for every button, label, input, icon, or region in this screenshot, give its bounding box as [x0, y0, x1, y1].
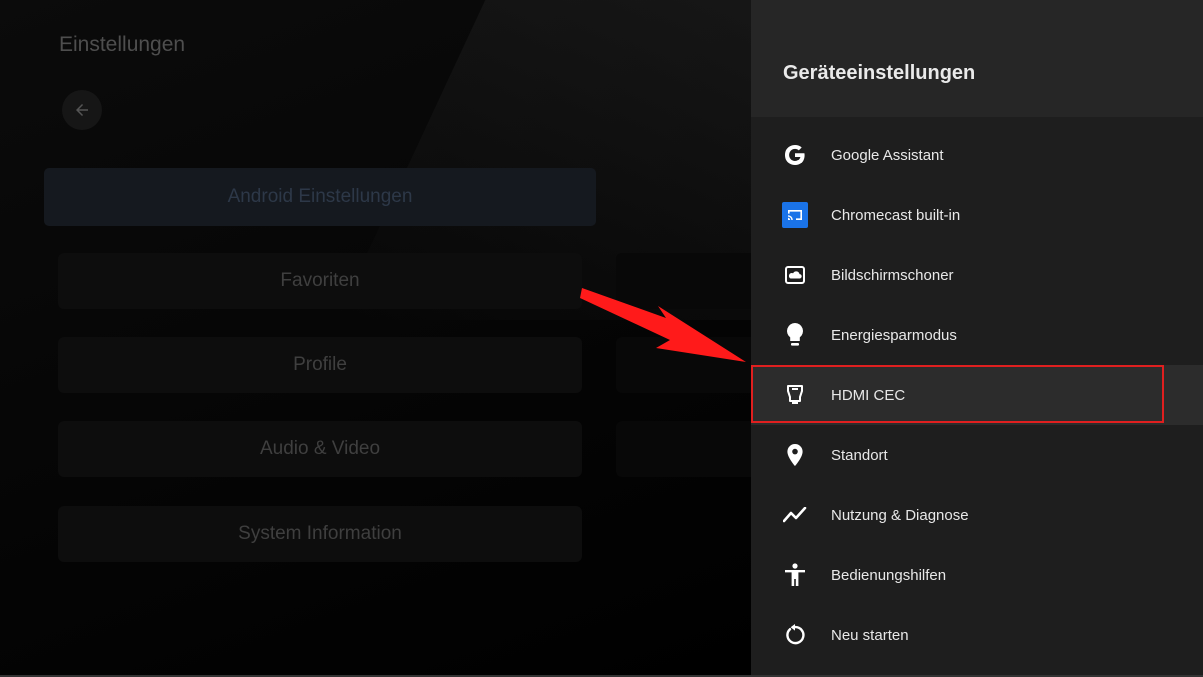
list-item-energiesparmodus[interactable]: Energiesparmodus — [751, 305, 1203, 365]
list-item-nutzung-diagnose[interactable]: Nutzung & Diagnose — [751, 485, 1203, 545]
device-settings-panel: Geräteeinstellungen Google Assistant Chr… — [751, 0, 1203, 677]
list-item-label: Bedienungshilfen — [831, 566, 947, 584]
list-item-google-assistant[interactable]: Google Assistant — [751, 125, 1203, 185]
background-tile — [616, 421, 751, 477]
list-item-standort[interactable]: Standort — [751, 425, 1203, 485]
trend-line-icon — [781, 501, 809, 529]
restart-icon — [781, 621, 809, 649]
screensaver-icon — [781, 261, 809, 289]
arrow-left-icon — [76, 104, 88, 116]
list-item-hdmi-cec[interactable]: HDMI CEC — [751, 365, 1203, 425]
list-item-label: Nutzung & Diagnose — [831, 506, 969, 524]
lightbulb-icon — [781, 321, 809, 349]
menu-audio-video[interactable]: Audio & Video — [58, 421, 582, 477]
location-pin-icon — [781, 441, 809, 469]
menu-favoriten[interactable]: Favoriten — [58, 253, 582, 309]
panel-title: Geräteeinstellungen — [783, 62, 976, 84]
list-item-chromecast[interactable]: Chromecast built-in — [751, 185, 1203, 245]
list-item-label: Energiesparmodus — [831, 326, 957, 344]
list-item-label: Bildschirmschoner — [831, 266, 954, 284]
list-item-neu-starten[interactable]: Neu starten — [751, 605, 1203, 665]
list-item-bedienungshilfen[interactable]: Bedienungshilfen — [751, 545, 1203, 605]
list-item-label: Google Assistant — [831, 146, 944, 164]
annotation-arrow-icon — [580, 288, 746, 362]
page-title: Einstellungen — [59, 33, 186, 56]
menu-android-settings[interactable]: Android Einstellungen — [44, 168, 596, 226]
back-button[interactable] — [62, 90, 102, 130]
device-settings-list: Google Assistant Chromecast built-in Bil… — [751, 125, 1203, 665]
list-item-label: Standort — [831, 446, 888, 464]
google-g-icon — [781, 141, 809, 169]
list-item-label: HDMI CEC — [831, 386, 906, 404]
list-item-label: Neu starten — [831, 626, 909, 644]
accessibility-icon — [781, 561, 809, 589]
menu-system-information[interactable]: System Information — [58, 506, 582, 562]
cast-icon — [781, 201, 809, 229]
menu-profile[interactable]: Profile — [58, 337, 582, 393]
hdmi-plug-icon — [781, 381, 809, 409]
list-item-bildschirmschoner[interactable]: Bildschirmschoner — [751, 245, 1203, 305]
list-item-label: Chromecast built-in — [831, 206, 961, 224]
panel-header: Geräteeinstellungen — [751, 0, 1203, 117]
